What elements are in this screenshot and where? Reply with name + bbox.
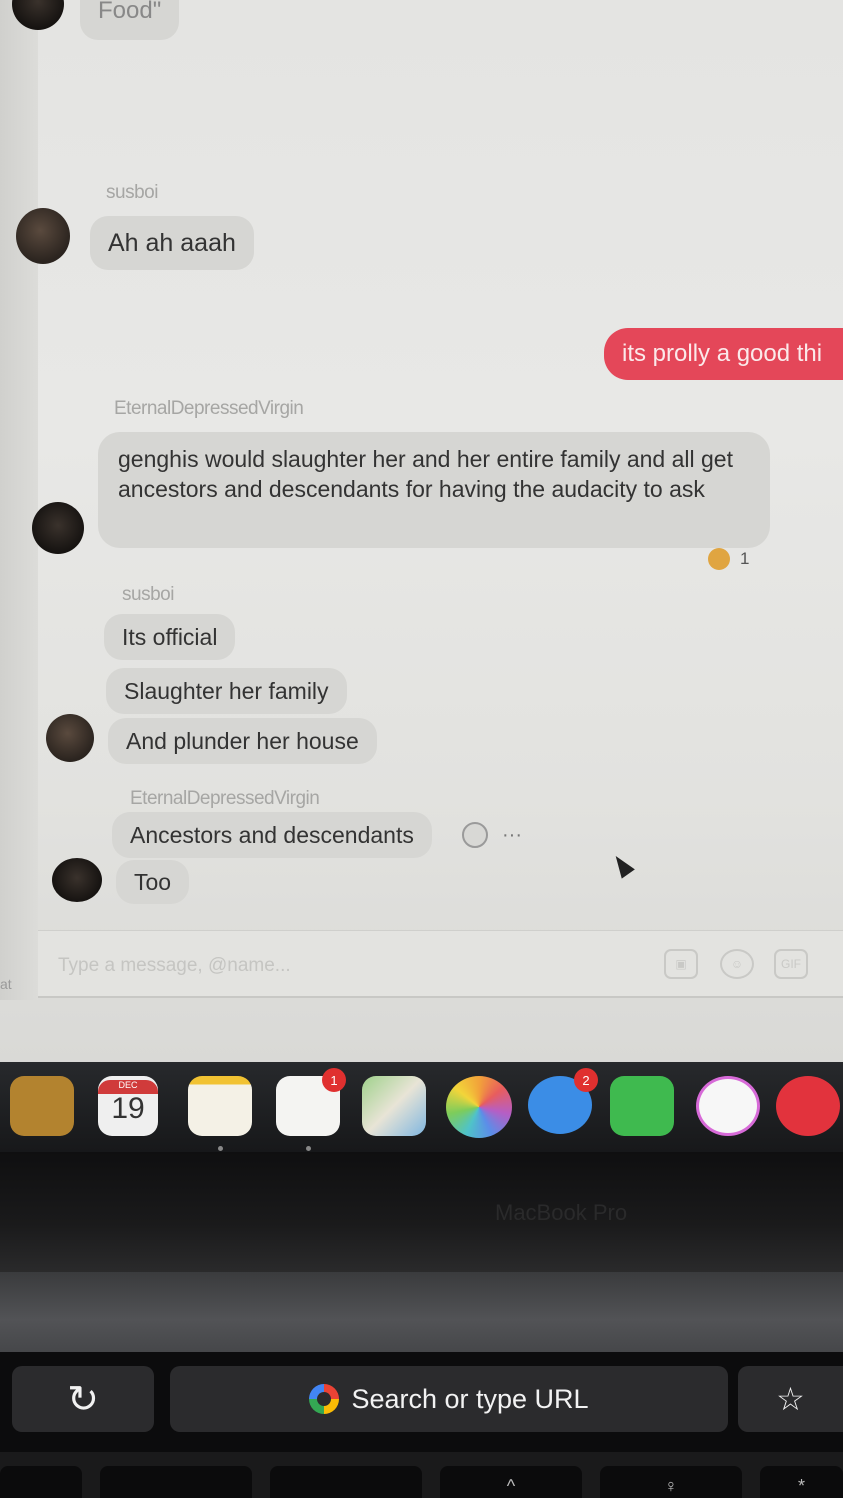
sender-name: EternalDepressedVirgin — [114, 398, 304, 419]
avatar[interactable] — [46, 714, 94, 762]
bezel-brand: MacBook Pro — [495, 1200, 628, 1225]
sticker-icon[interactable]: ☺ — [720, 949, 754, 979]
touch-bar: ↻ Search or type URL ☆ — [0, 1352, 843, 1452]
reload-icon: ↻ — [67, 1378, 99, 1421]
keyboard-key[interactable] — [100, 1466, 252, 1498]
running-indicator — [218, 1146, 223, 1151]
outgoing-message-bubble[interactable]: its prolly a good thi — [604, 328, 843, 380]
reaction-count: 1 — [740, 549, 750, 568]
news-icon[interactable] — [776, 1076, 840, 1136]
up-arrow-icon: ^ — [506, 1476, 516, 1496]
thumbs-up-icon — [708, 548, 730, 570]
emoji-reaction-icon[interactable] — [462, 822, 488, 848]
reminders-icon[interactable]: 1 — [276, 1068, 346, 1136]
keyboard-key[interactable]: * — [760, 1466, 843, 1498]
avatar[interactable] — [16, 208, 70, 264]
chat-thread[interactable]: Food" susboi Ah ah aaah its prolly a goo… — [12, 0, 843, 1000]
calendar-day: 19 — [111, 1092, 145, 1125]
message-bubble[interactable]: Ancestors and descendants — [112, 812, 432, 858]
message-bubble[interactable]: Slaughter her family — [106, 668, 347, 714]
search-label: Search or type URL — [351, 1383, 589, 1414]
keyboard-key[interactable]: ♀ — [600, 1466, 742, 1498]
notes-icon[interactable] — [188, 1076, 252, 1136]
message-input[interactable]: Type a message, @name... — [58, 955, 291, 977]
photos-icon[interactable] — [446, 1076, 512, 1138]
bookmark-button[interactable]: ☆ — [738, 1366, 843, 1432]
screen-bezel: MacBook Pro — [0, 1152, 843, 1272]
sender-name: susboi — [106, 182, 158, 203]
attach-image-icon[interactable]: ▣ — [664, 949, 698, 979]
notification-badge: 1 — [322, 1068, 346, 1092]
facetime-icon[interactable] — [610, 1076, 674, 1136]
brightness-up-key[interactable]: ^ — [440, 1466, 582, 1498]
search-or-url-button[interactable]: Search or type URL — [170, 1366, 728, 1432]
avatar[interactable] — [52, 858, 102, 902]
reload-button[interactable]: ↻ — [12, 1366, 154, 1432]
reaction-badge[interactable]: 1 — [708, 548, 749, 570]
more-options-icon[interactable]: ··· — [502, 824, 522, 847]
keyboard-light-icon: ♀ — [664, 1476, 678, 1496]
running-indicator — [306, 1146, 311, 1151]
notification-badge: 2 — [574, 1068, 598, 1092]
keyboard-key[interactable] — [270, 1466, 422, 1498]
message-bubble[interactable]: genghis would slaughter her and her enti… — [98, 432, 770, 548]
avatar[interactable] — [32, 502, 84, 554]
keyboard-key[interactable] — [0, 1466, 82, 1498]
mouse-cursor-icon — [609, 851, 635, 879]
message-bubble[interactable]: Its official — [104, 614, 236, 660]
sender-name: susboi — [122, 584, 174, 605]
laptop-body — [0, 1272, 843, 1352]
message-bubble[interactable]: Food" — [80, 0, 180, 40]
brightness-icon: * — [797, 1476, 805, 1496]
sidebar-fragment: at — [0, 976, 12, 992]
sender-name: EternalDepressedVirgin — [130, 788, 320, 809]
dock-app-icon[interactable] — [10, 1076, 74, 1136]
sidebar-edge: at — [0, 0, 38, 1000]
calendar-icon[interactable]: DEC 19 — [98, 1076, 158, 1136]
message-actions[interactable]: ··· — [462, 822, 522, 848]
google-icon — [309, 1384, 340, 1414]
message-bubble[interactable]: Too — [116, 860, 190, 904]
dock: DEC 19 1 2 — [0, 1062, 843, 1152]
music-icon[interactable] — [696, 1076, 760, 1136]
message-composer[interactable]: Type a message, @name... ▣ ☺ GIF — [38, 930, 843, 998]
laptop-screen: at Food" susboi Ah ah aaah its prolly a … — [0, 0, 843, 1062]
message-bubble[interactable]: Ah ah aaah — [90, 216, 254, 270]
message-bubble[interactable]: And plunder her house — [108, 718, 377, 764]
messages-icon[interactable]: 2 — [528, 1068, 598, 1134]
gif-button[interactable]: GIF — [774, 949, 808, 979]
star-icon: ☆ — [776, 1381, 805, 1417]
keyboard-row: ^ ♀ * — [0, 1452, 843, 1498]
maps-icon[interactable] — [362, 1076, 426, 1136]
